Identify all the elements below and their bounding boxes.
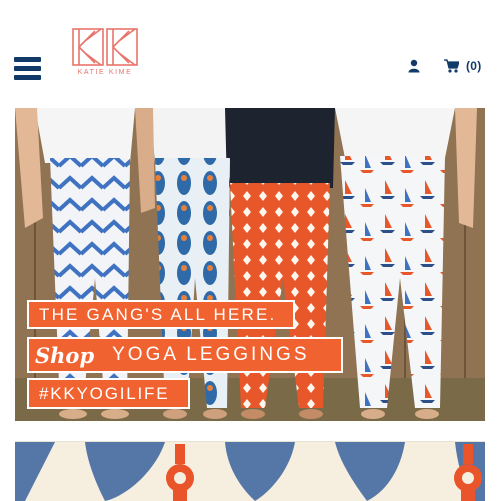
logo-text: KATIE KIME [77, 69, 133, 76]
pattern-promo-banner[interactable] [15, 441, 485, 501]
site-header: KATIE KIME (0) [0, 0, 500, 108]
hashtag-banner: #KKYOGILIFE [27, 378, 190, 409]
pattern-image [15, 442, 485, 501]
user-icon[interactable] [408, 59, 422, 73]
shopping-cart-icon [444, 59, 459, 73]
cart-link[interactable]: (0) [444, 58, 482, 74]
kk-logo-mark [72, 28, 138, 66]
shop-label: Shop [35, 342, 95, 368]
hero-banner[interactable]: THE GANG'S ALL HERE. Shop YOGA LEGGINGS … [15, 108, 485, 421]
brand-logo[interactable]: KATIE KIME [71, 27, 139, 79]
hamburger-menu-icon [14, 57, 41, 62]
hero-tagline: THE GANG'S ALL HERE. [27, 300, 295, 329]
cart-count: (0) [466, 59, 482, 73]
leggings-photo [15, 108, 485, 421]
menu-button[interactable] [14, 55, 42, 81]
shop-yoga-leggings-banner[interactable]: Shop YOGA LEGGINGS [27, 337, 343, 373]
yoga-leggings-label: YOGA LEGGINGS [112, 344, 310, 365]
